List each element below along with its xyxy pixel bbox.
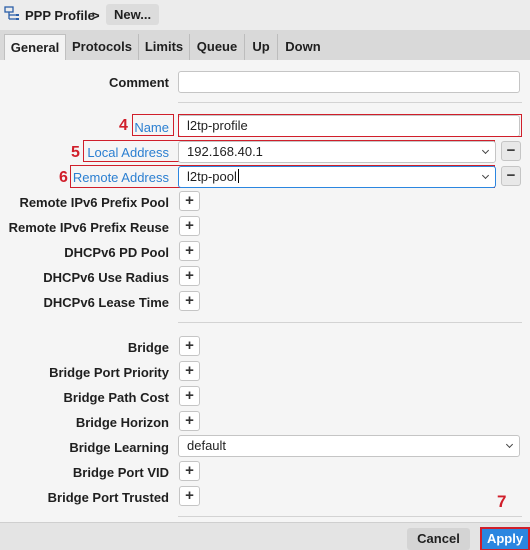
comment-input[interactable] [178,71,520,93]
bridge-horizon-add-button[interactable]: + [179,411,200,431]
breadcrumb-root[interactable]: PPP Profile [25,8,95,23]
text-cursor [237,169,239,183]
dialog-footer: Cancel Apply [0,522,530,550]
apply-button[interactable]: Apply [480,527,530,550]
remote-ipv6-prefix-reuse-add-button[interactable]: + [179,216,200,236]
remote-ipv6-prefix-pool-label: Remote IPv6 Prefix Pool [19,195,169,210]
network-icon [4,6,20,22]
bridge-port-priority-add-button[interactable]: + [179,361,200,381]
tab-up[interactable]: Up [245,34,278,60]
dhcpv6-use-radius-label: DHCPv6 Use Radius [43,270,169,285]
bridge-path-cost-label: Bridge Path Cost [63,390,169,405]
bridge-horizon-label: Bridge Horizon [75,415,169,430]
bridge-port-vid-label: Bridge Port VID [72,465,169,480]
bridge-port-vid-add-button[interactable]: + [179,461,200,481]
comment-label: Comment [109,75,169,90]
name-input-highlight [178,114,522,137]
dhcpv6-pd-pool-label: DHCPv6 PD Pool [64,245,169,260]
dhcpv6-lease-time-label: DHCPv6 Lease Time [43,295,170,310]
dhcpv6-use-radius-add-button[interactable]: + [179,266,200,286]
local-address-remove-button[interactable]: − [501,141,521,161]
bridge-port-priority-label: Bridge Port Priority [49,365,169,380]
local-address-select[interactable]: 192.168.40.1 [178,141,496,163]
tab-protocols[interactable]: Protocols [66,34,139,60]
bridge-learning-select[interactable]: default [178,435,520,457]
breadcrumb-separator: > [92,8,100,23]
remote-ipv6-prefix-pool-add-button[interactable]: + [179,191,200,211]
step-6-marker: 6 [59,169,68,186]
dhcpv6-lease-time-add-button[interactable]: + [179,291,200,311]
divider [178,322,522,323]
remote-address-select[interactable]: l2tp-pool [178,166,496,188]
bridge-add-button[interactable]: + [179,336,200,356]
breadcrumb-current: New... [106,4,160,25]
tab-limits[interactable]: Limits [139,34,190,60]
local-address-label: Local Address [87,145,169,160]
tab-down[interactable]: Down [278,34,328,60]
bridge-label: Bridge [127,340,169,355]
step-4-marker: 4 [119,117,128,134]
step-7-marker: 7 [497,492,507,511]
tab-queue[interactable]: Queue [190,34,245,60]
general-form: Comment 4 Name l2tp-profile 5 Local Addr… [0,60,530,522]
remote-address-value: l2tp-pool [187,169,237,184]
bridge-port-trusted-label: Bridge Port Trusted [47,490,169,505]
divider [178,516,522,517]
bridge-learning-label: Bridge Learning [69,440,169,455]
dhcpv6-pd-pool-add-button[interactable]: + [179,241,200,261]
bridge-port-trusted-add-button[interactable]: + [179,486,200,506]
name-label: Name [134,120,169,135]
tab-general[interactable]: General [4,34,66,60]
step-5-marker: 5 [71,144,80,161]
title-bar: PPP Profile > New... [0,0,530,30]
cancel-button[interactable]: Cancel [407,528,470,550]
remote-address-remove-button[interactable]: − [501,166,521,186]
remote-address-label: Remote Address [72,170,169,185]
divider [178,102,522,103]
bridge-path-cost-add-button[interactable]: + [179,386,200,406]
tab-bar: General Protocols Limits Queue Up Down [0,30,530,60]
remote-ipv6-prefix-reuse-label: Remote IPv6 Prefix Reuse [8,220,169,235]
